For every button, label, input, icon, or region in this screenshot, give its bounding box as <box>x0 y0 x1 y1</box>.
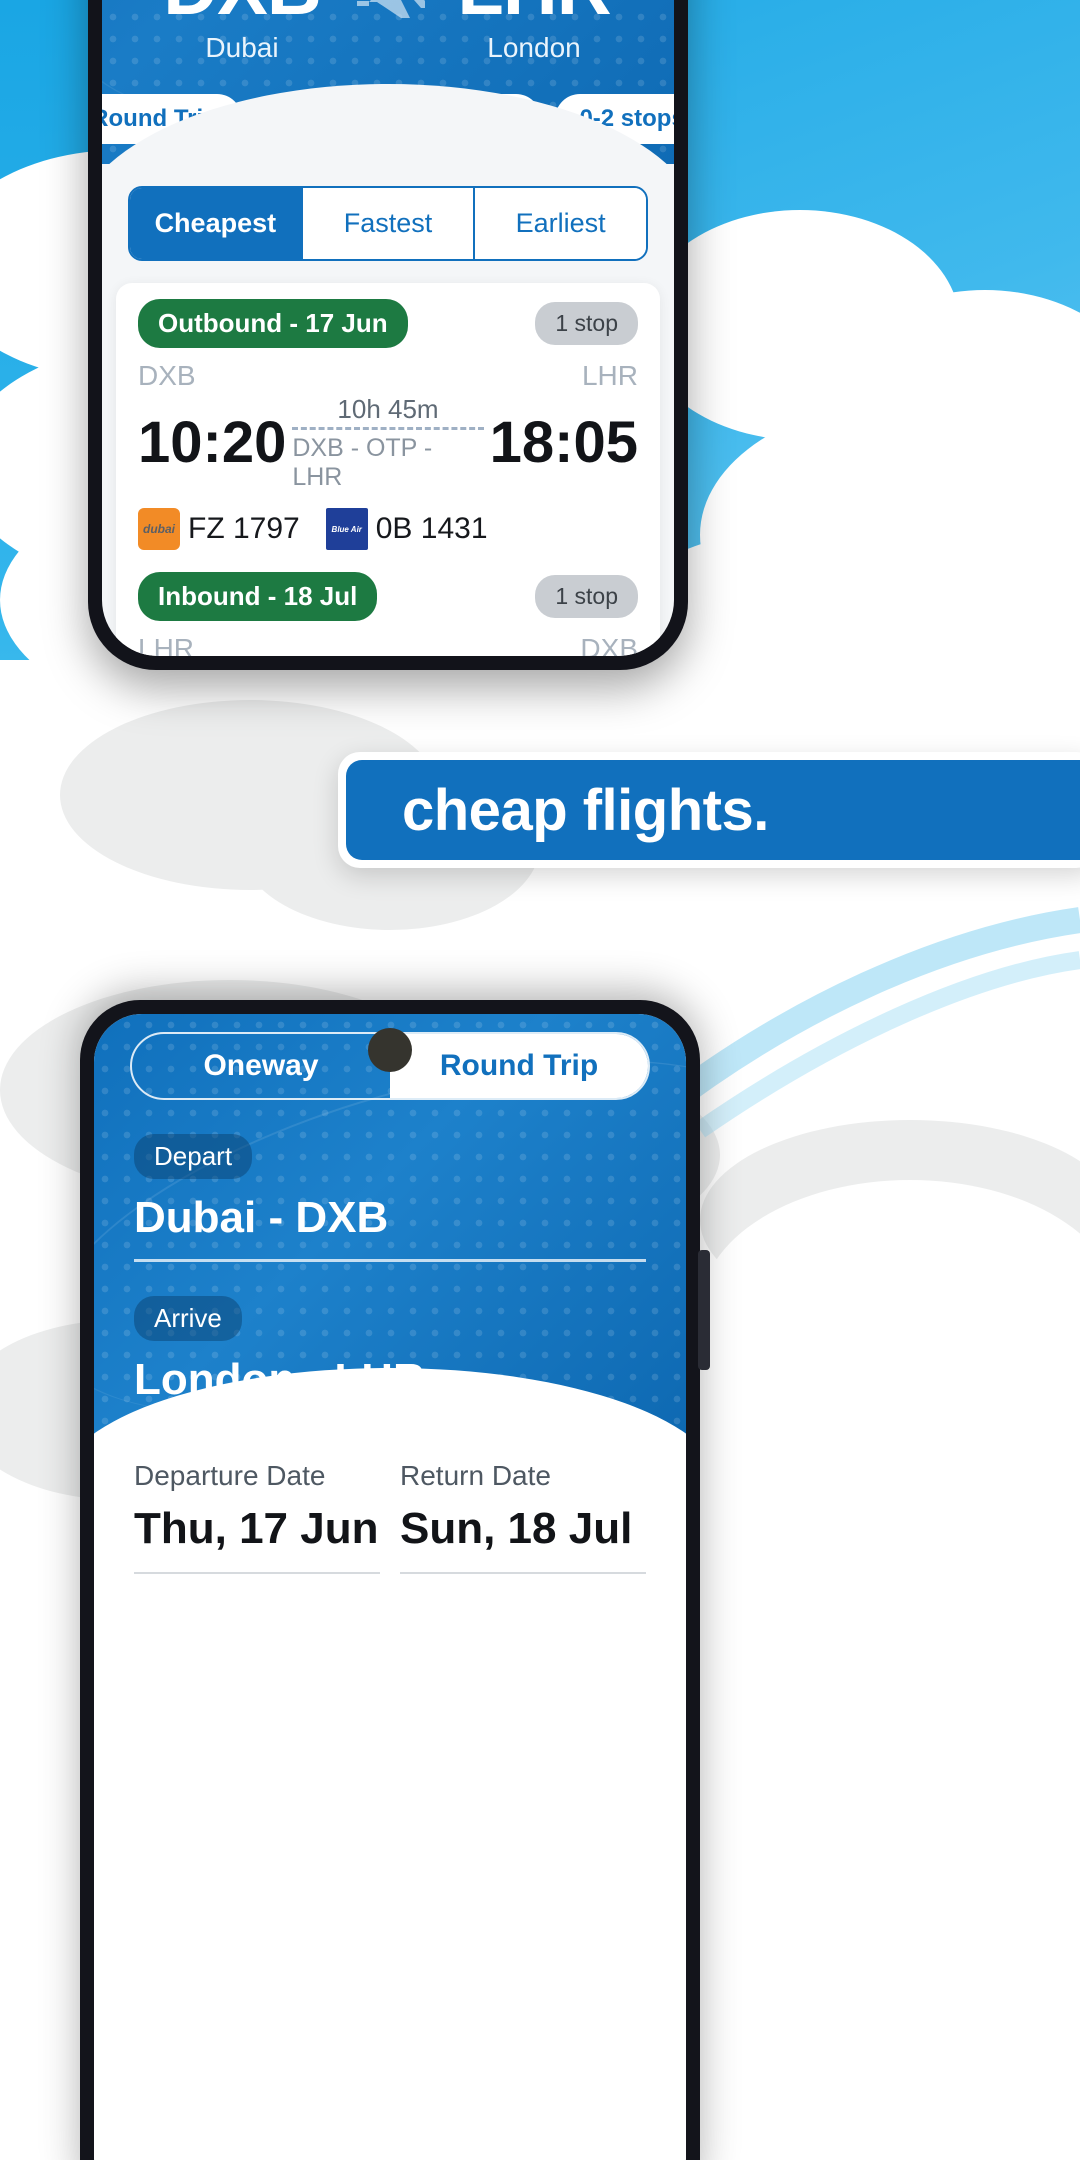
arrive-label: Arrive <box>134 1296 242 1341</box>
tab-fastest[interactable]: Fastest <box>302 188 476 259</box>
sort-tabs: Cheapest Fastest Earliest <box>128 186 648 261</box>
outbound-stops-badge: 1 stop <box>535 302 638 345</box>
arrive-field[interactable]: Arrive London - LHR <box>94 1296 686 1424</box>
swoosh-decoration <box>652 907 1080 1138</box>
return-date-field[interactable]: Return Date Sun, 18 Jul <box>400 1460 646 1574</box>
destination-code: LHR <box>434 0 634 26</box>
field-underline <box>134 1259 646 1262</box>
results-header: DXB Dubai LHR London Round Trip Economy <box>102 0 674 164</box>
field-underline <box>134 1572 380 1574</box>
outbound-badge: Outbound - 17 Jun <box>138 299 408 348</box>
inbound-header: Inbound - 18 Jul 1 stop <box>138 572 638 621</box>
departure-date-value: Thu, 17 Jun <box>134 1504 379 1553</box>
tab-cheapest[interactable]: Cheapest <box>130 188 303 259</box>
phone-mockup-search: Oneway Round Trip Depart Dubai - DXB Arr… <box>80 1000 710 2160</box>
inbound-badge: Inbound - 18 Jul <box>138 572 378 621</box>
route-dashed-line <box>292 427 484 430</box>
inbound-from-code: LHR <box>138 633 195 656</box>
return-date-label: Return Date <box>400 1460 551 1491</box>
outbound-airlines: dubai FZ 1797 Blue Air 0B 1431 <box>138 508 638 550</box>
origin-block: DXB Dubai <box>142 0 342 64</box>
outbound-header: Outbound - 17 Jun 1 stop <box>138 299 638 348</box>
cheap-flights-banner: cheap flights. <box>346 760 1080 860</box>
airplane-icon <box>351 0 428 23</box>
return-date-value: Sun, 18 Jul <box>400 1504 633 1553</box>
arrive-value: London - LHR <box>134 1355 425 1404</box>
blueair-logo: Blue Air <box>325 508 368 550</box>
phone-mockup-results: DXB Dubai LHR London Round Trip Economy <box>88 0 688 670</box>
outbound-from-code: DXB <box>138 360 196 391</box>
inbound-stops-badge: 1 stop <box>535 575 638 618</box>
tab-earliest[interactable]: Earliest <box>475 188 646 259</box>
outbound-depart-time: 10:20 <box>138 410 287 475</box>
banner-text: cheap flights. <box>402 777 769 843</box>
outbound-time-row: 10:20 10h 45m DXB - OTP - LHR 18:05 <box>138 394 638 492</box>
flight-number: 0B 1431 <box>375 512 488 545</box>
flight-result-card[interactable]: Outbound - 17 Jun 1 stop DXB LHR 10:20 1… <box>116 283 660 656</box>
sort-tabs-wrap: Cheapest Fastest Earliest <box>102 164 674 261</box>
origin-code: DXB <box>142 0 342 26</box>
departure-date-label: Departure Date <box>134 1460 326 1491</box>
outbound-airport-row: DXB LHR <box>138 360 638 392</box>
date-fields: Departure Date Thu, 17 Jun Return Date S… <box>94 1434 686 1574</box>
flight-number: FZ 1797 <box>188 512 300 545</box>
outbound-to-code: LHR <box>581 360 638 391</box>
outbound-duration: 10h 45m <box>337 394 439 424</box>
flydubai-logo: dubai <box>138 508 180 550</box>
destination-block: LHR London <box>434 0 634 64</box>
outbound-via: DXB - OTP - LHR <box>292 434 433 491</box>
depart-value: Dubai - DXB <box>134 1193 389 1242</box>
search-hero: Oneway Round Trip Depart Dubai - DXB Arr… <box>94 1014 686 1434</box>
origin-city: Dubai <box>205 31 279 63</box>
route-summary: DXB Dubai LHR London <box>102 0 674 64</box>
toggle-oneway[interactable]: Oneway <box>132 1034 390 1098</box>
outbound-arrive-time: 18:05 <box>489 410 638 475</box>
results-screen: DXB Dubai LHR London Round Trip Economy <box>102 0 674 656</box>
airline-item: dubai FZ 1797 <box>138 508 300 550</box>
airline-item: Blue Air 0B 1431 <box>325 508 488 550</box>
outbound-duration-block: 10h 45m DXB - OTP - LHR <box>286 394 489 492</box>
search-screen: Oneway Round Trip Depart Dubai - DXB Arr… <box>94 1014 686 2160</box>
power-button[interactable] <box>698 1250 710 1370</box>
depart-label: Depart <box>134 1134 253 1179</box>
inbound-to-code: DXB <box>580 633 638 656</box>
toggle-round-trip[interactable]: Round Trip <box>390 1034 648 1098</box>
inbound-airport-row: LHR DXB <box>138 633 638 656</box>
departure-date-field[interactable]: Departure Date Thu, 17 Jun <box>134 1460 380 1574</box>
field-underline <box>400 1572 646 1574</box>
destination-city: London <box>487 31 581 63</box>
camera-notch <box>368 1028 412 1072</box>
field-underline <box>134 1421 646 1424</box>
depart-field[interactable]: Depart Dubai - DXB <box>94 1134 686 1262</box>
